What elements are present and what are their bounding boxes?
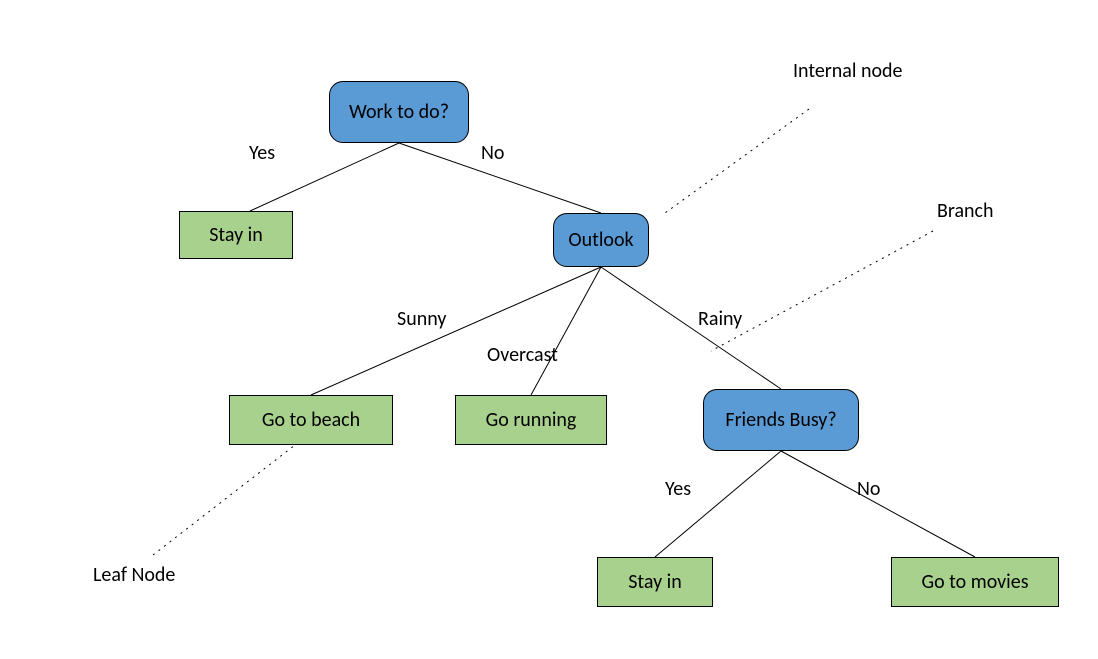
edge-label-rainy: Rainy [698, 307, 742, 331]
annotation-branch: Branch [937, 199, 994, 223]
leaf-go-to-movies: Go to movies [891, 557, 1059, 607]
leaf-stay-in-2: Stay in [597, 557, 713, 607]
node-label: Stay in [628, 571, 682, 593]
annotation-internal-node: Internal node [793, 59, 902, 83]
annotation-leaf-node: Leaf Node [93, 563, 175, 587]
edge-label-yes-2: Yes [665, 477, 691, 501]
node-label: Outlook [568, 229, 633, 251]
node-label: Go running [486, 409, 577, 431]
node-work-to-do: Work to do? [329, 81, 469, 143]
node-label: Work to do? [349, 101, 449, 123]
node-label: Stay in [209, 224, 263, 246]
edge-label-no-1: No [481, 141, 504, 165]
edge-label-overcast: Overcast [487, 343, 558, 367]
leaf-stay-in-1: Stay in [179, 211, 293, 259]
node-label: Go to movies [921, 571, 1028, 593]
edge-label-yes-1: Yes [249, 141, 275, 165]
leaf-go-running: Go running [455, 395, 607, 445]
edge-label-no-2: No [857, 477, 880, 501]
node-label: Go to beach [262, 409, 360, 431]
node-friends-busy: Friends Busy? [703, 389, 859, 451]
leaf-go-to-beach: Go to beach [229, 395, 393, 445]
node-outlook: Outlook [553, 213, 649, 267]
edge-label-sunny: Sunny [397, 307, 446, 331]
node-label: Friends Busy? [725, 409, 836, 431]
